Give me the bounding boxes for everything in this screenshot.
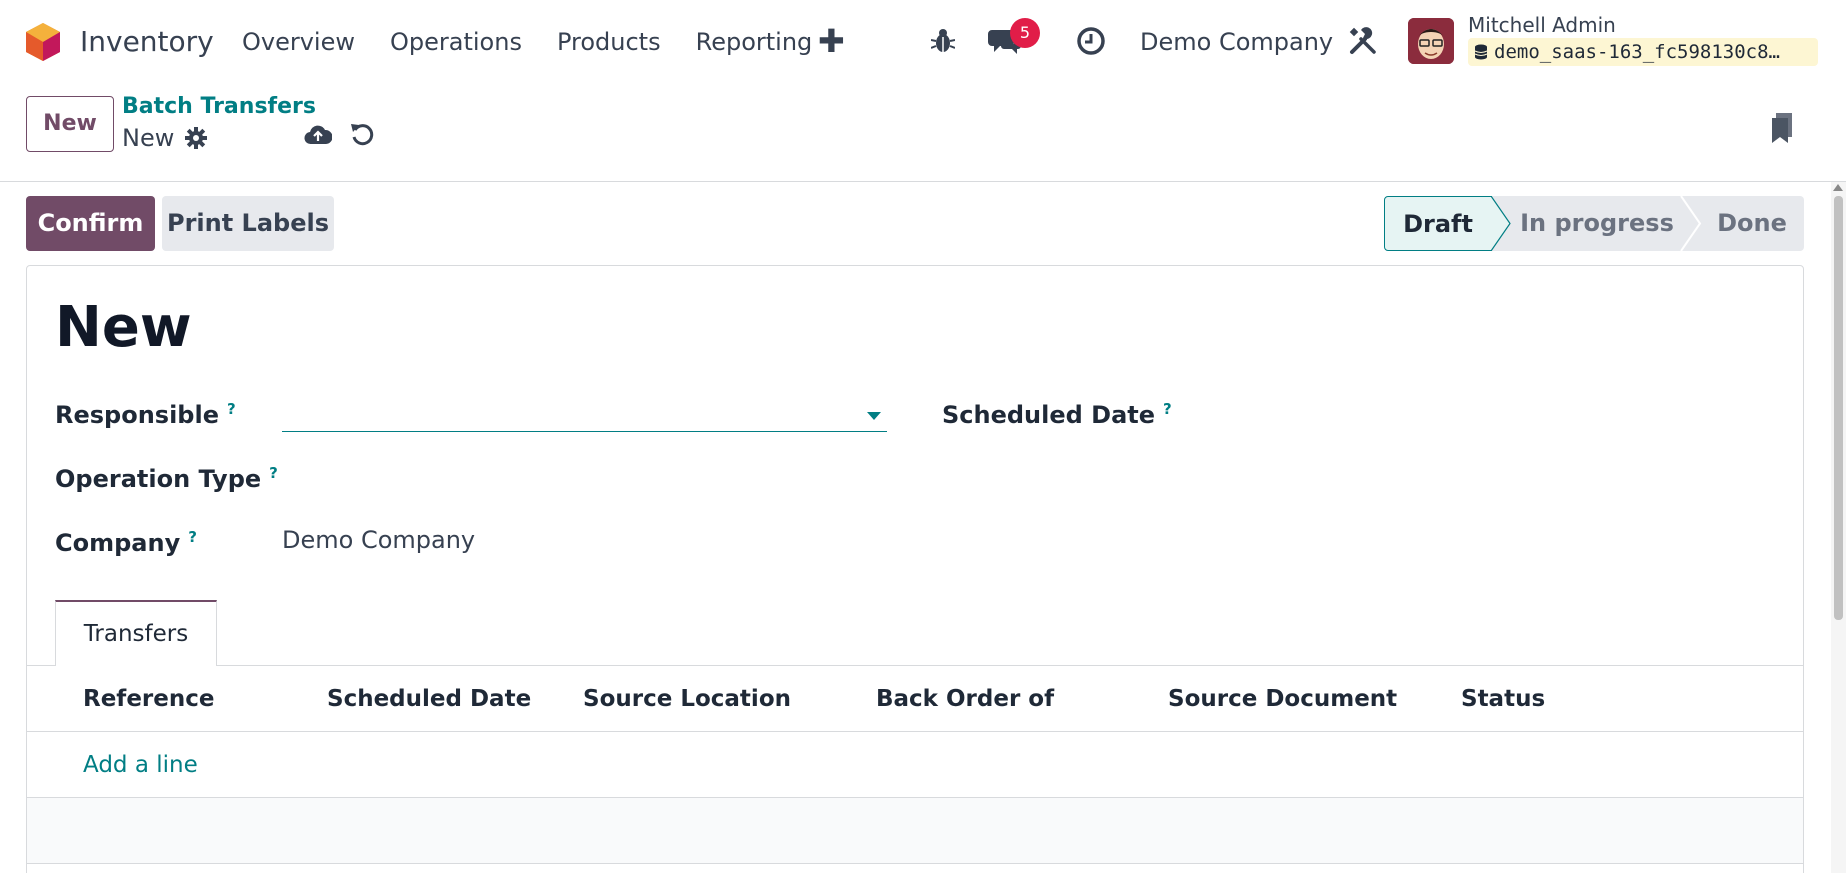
avatar[interactable] xyxy=(1408,18,1454,64)
scrollbar-thumb[interactable] xyxy=(1834,196,1843,620)
gear-icon[interactable] xyxy=(184,126,208,150)
database-name: demo_saas-163_fc598130c8… xyxy=(1468,38,1818,66)
table-header: Reference Scheduled Date Source Location… xyxy=(27,666,1803,732)
operation-type-help[interactable]: ? xyxy=(269,464,278,482)
menu-overview[interactable]: Overview xyxy=(242,22,355,62)
responsible-field[interactable] xyxy=(282,398,887,432)
user-name[interactable]: Mitchell Admin xyxy=(1468,12,1616,38)
stage-done[interactable]: Done xyxy=(1682,196,1804,251)
database-label: demo_saas-163_fc598130c8… xyxy=(1494,41,1780,63)
column-reference[interactable]: Reference xyxy=(83,666,214,732)
responsible-help[interactable]: ? xyxy=(227,400,236,418)
bookmark-icon[interactable] xyxy=(1770,112,1794,144)
discard-icon[interactable] xyxy=(350,122,376,148)
clock-icon[interactable] xyxy=(1074,24,1108,58)
bug-icon[interactable] xyxy=(926,24,960,58)
scheduled-date-help[interactable]: ? xyxy=(1163,400,1172,418)
column-status[interactable]: Status xyxy=(1461,666,1545,732)
main-menu: Overview Operations Products Reporting xyxy=(242,22,847,62)
record-title[interactable]: New xyxy=(55,295,192,361)
menu-reporting[interactable]: Reporting xyxy=(696,22,813,62)
breadcrumb[interactable]: Batch Transfers xyxy=(122,94,316,119)
add-icon[interactable]: ✚ xyxy=(818,22,845,60)
app-logo-icon[interactable] xyxy=(24,22,62,62)
confirm-button[interactable]: Confirm xyxy=(26,196,155,251)
messages-badge[interactable]: 5 xyxy=(1010,18,1040,48)
add-line-link[interactable]: Add a line xyxy=(83,732,198,798)
cloud-upload-icon[interactable] xyxy=(304,124,332,146)
table-row: Add a line xyxy=(27,732,1803,798)
new-button[interactable]: New xyxy=(26,96,114,152)
column-scheduled-date[interactable]: Scheduled Date xyxy=(327,666,531,732)
print-labels-button[interactable]: Print Labels xyxy=(162,196,334,251)
menu-products[interactable]: Products xyxy=(557,22,661,62)
scheduled-date-label-text: Scheduled Date xyxy=(942,401,1156,429)
app-name[interactable]: Inventory xyxy=(80,22,214,62)
responsible-label-text: Responsible xyxy=(55,401,219,429)
company-value[interactable]: Demo Company xyxy=(282,525,475,555)
operation-type-label: Operation Type? xyxy=(55,458,278,494)
control-panel: New Batch Transfers New xyxy=(0,82,1846,182)
tools-icon[interactable] xyxy=(1346,24,1380,58)
column-source-document[interactable]: Source Document xyxy=(1168,666,1397,732)
company-help[interactable]: ? xyxy=(188,528,197,546)
responsible-label: Responsible? xyxy=(55,394,236,430)
column-back-order-of[interactable]: Back Order of xyxy=(876,666,1054,732)
company-label-text: Company xyxy=(55,529,181,557)
status-bar: Draft In progress Done xyxy=(1384,196,1804,251)
company-label: Company? xyxy=(55,522,197,558)
company-switcher[interactable]: Demo Company xyxy=(1140,22,1333,62)
table-empty-row xyxy=(27,798,1803,864)
stage-in-progress[interactable]: In progress xyxy=(1492,196,1682,251)
column-source-location[interactable]: Source Location xyxy=(583,666,791,732)
stage-draft[interactable]: Draft xyxy=(1384,196,1492,251)
scroll-up-arrow[interactable] xyxy=(1833,184,1843,191)
record-name: New xyxy=(122,124,175,152)
operation-type-label-text: Operation Type xyxy=(55,465,262,493)
scheduled-date-label: Scheduled Date? xyxy=(942,394,1172,430)
top-navbar: Inventory Overview Operations Products R… xyxy=(0,0,1846,82)
menu-operations[interactable]: Operations xyxy=(390,22,522,62)
chevron-down-icon[interactable] xyxy=(867,412,881,420)
database-icon xyxy=(1474,44,1488,60)
tab-transfers[interactable]: Transfers xyxy=(55,600,217,666)
